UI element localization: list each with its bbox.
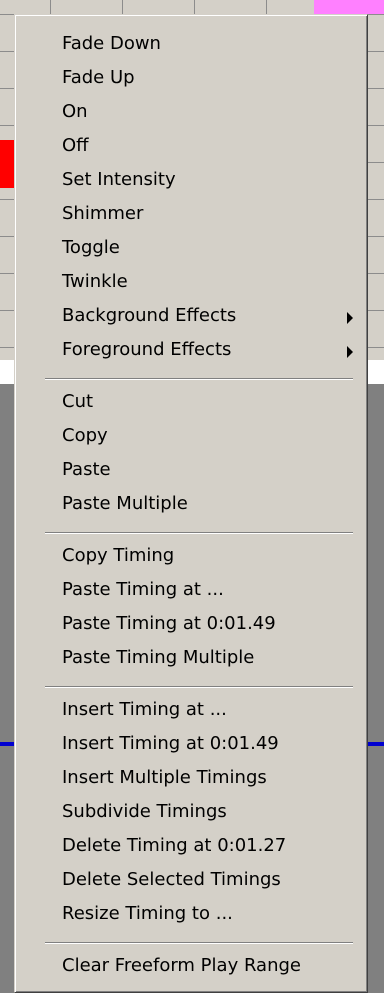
menu-item-fade-up[interactable]: Fade Up: [15, 64, 367, 98]
menu-item-label: Fade Up: [62, 67, 135, 88]
menu-item-on[interactable]: On: [15, 98, 367, 132]
menu-item-label: Copy: [62, 425, 108, 446]
menu-item-off[interactable]: Off: [15, 132, 367, 166]
menu-item-label: Insert Multiple Timings: [62, 767, 267, 788]
menu-item-label: Set Intensity: [62, 169, 176, 190]
menu-item-resize-timing-to[interactable]: Resize Timing to ...: [15, 900, 367, 934]
menu-item-label: Toggle: [62, 237, 120, 258]
menu-item-label: Background Effects: [62, 305, 237, 326]
menu-item-clear-freeform-play-range[interactable]: Clear Freeform Play Range: [15, 952, 367, 986]
menu-item-label: Clear Freeform Play Range: [62, 955, 301, 976]
context-menu: Fade Down Fade Up On Off Set Intensity S…: [14, 14, 368, 993]
menu-item-paste[interactable]: Paste: [15, 456, 367, 490]
menu-separator: [15, 934, 367, 952]
menu-item-label: Foreground Effects: [62, 339, 232, 360]
menu-separator: [15, 524, 367, 542]
menu-item-shimmer[interactable]: Shimmer: [15, 200, 367, 234]
menu-item-label: Subdivide Timings: [62, 801, 227, 822]
menu-separator: [15, 678, 367, 696]
menu-item-insert-multiple-timings[interactable]: Insert Multiple Timings: [15, 764, 367, 798]
menu-item-background-effects[interactable]: Background Effects: [15, 302, 367, 336]
menu-item-label: Off: [62, 135, 89, 156]
menu-item-subdivide-timings[interactable]: Subdivide Timings: [15, 798, 367, 832]
menu-item-label: Paste Timing at 0:01.49: [62, 613, 276, 634]
menu-item-twinkle[interactable]: Twinkle: [15, 268, 367, 302]
menu-item-label: Paste: [62, 459, 111, 480]
submenu-arrow-icon: [347, 346, 353, 358]
menu-item-label: Insert Timing at 0:01.49: [62, 733, 279, 754]
menu-item-fade-down[interactable]: Fade Down: [15, 30, 367, 64]
menu-item-label: Cut: [62, 391, 94, 412]
menu-item-paste-timing-multiple[interactable]: Paste Timing Multiple: [15, 644, 367, 678]
menu-item-label: Twinkle: [62, 271, 128, 292]
menu-item-label: Resize Timing to ...: [62, 903, 233, 924]
menu-item-label: Paste Multiple: [62, 493, 188, 514]
menu-item-paste-multiple[interactable]: Paste Multiple: [15, 490, 367, 524]
submenu-arrow-icon: [347, 312, 353, 324]
menu-item-label: Copy Timing: [62, 545, 175, 566]
timeline-pink-cell[interactable]: [314, 0, 384, 14]
menu-item-copy[interactable]: Copy: [15, 422, 367, 456]
menu-item-paste-timing-at-time[interactable]: Paste Timing at 0:01.49: [15, 610, 367, 644]
menu-separator: [15, 370, 367, 388]
menu-item-label: Shimmer: [62, 203, 144, 224]
menu-item-label: Fade Down: [62, 33, 161, 54]
menu-item-delete-timing-at-time[interactable]: Delete Timing at 0:01.27: [15, 832, 367, 866]
menu-item-insert-timing-at-time[interactable]: Insert Timing at 0:01.49: [15, 730, 367, 764]
menu-item-cut[interactable]: Cut: [15, 388, 367, 422]
menu-item-label: Paste Timing Multiple: [62, 647, 255, 668]
menu-item-label: Delete Timing at 0:01.27: [62, 835, 287, 856]
menu-item-toggle[interactable]: Toggle: [15, 234, 367, 268]
menu-item-label: On: [62, 101, 88, 122]
menu-item-foreground-effects[interactable]: Foreground Effects: [15, 336, 367, 370]
menu-item-set-intensity[interactable]: Set Intensity: [15, 166, 367, 200]
menu-item-paste-timing-at[interactable]: Paste Timing at ...: [15, 576, 367, 610]
menu-item-insert-timing-at[interactable]: Insert Timing at ...: [15, 696, 367, 730]
menu-item-delete-selected-timings[interactable]: Delete Selected Timings: [15, 866, 367, 900]
menu-item-copy-timing[interactable]: Copy Timing: [15, 542, 367, 576]
menu-item-label: Insert Timing at ...: [62, 699, 227, 720]
menu-item-label: Paste Timing at ...: [62, 579, 224, 600]
menu-item-label: Delete Selected Timings: [62, 869, 281, 890]
